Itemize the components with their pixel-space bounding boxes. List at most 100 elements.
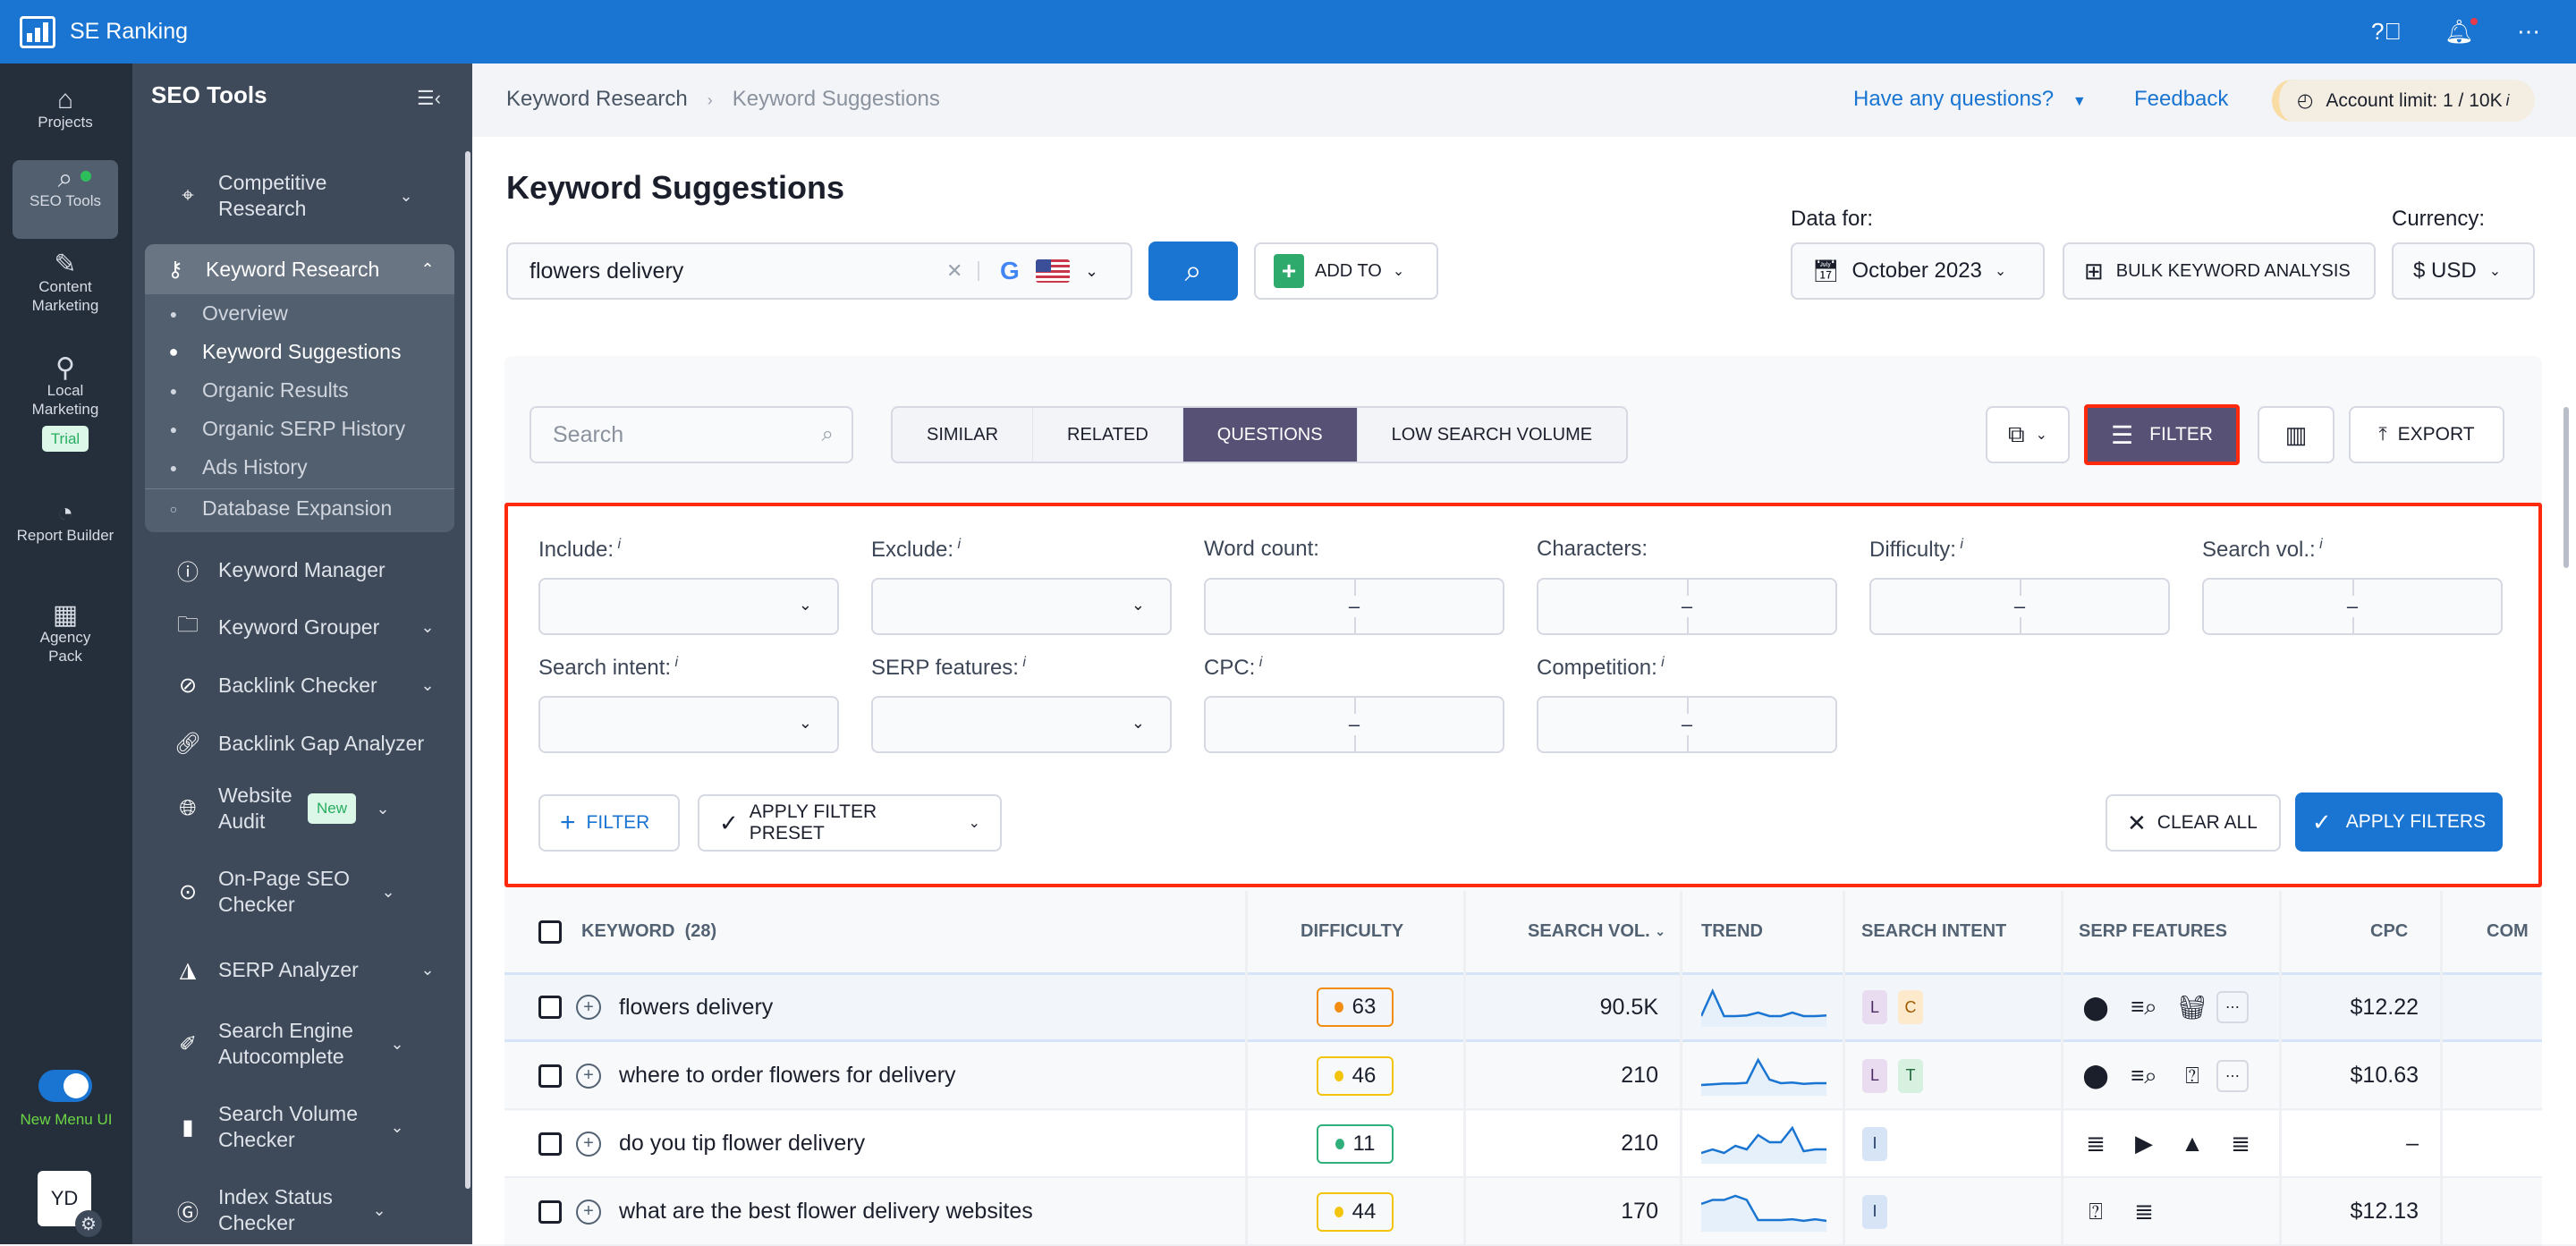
more-serp-features-button[interactable]: ⋯	[2216, 991, 2249, 1023]
column-competition[interactable]: COM	[2487, 891, 2529, 972]
column-trend[interactable]: TREND	[1701, 891, 1763, 972]
sub-item-keyword-suggestions[interactable]: ● Keyword Suggestions	[145, 333, 454, 371]
column-serp-features[interactable]: SERP FEATURES	[2079, 891, 2227, 972]
pin-icon[interactable]: ⬤	[2072, 1062, 2120, 1089]
logo-icon[interactable]	[20, 15, 55, 48]
add-filter-button[interactable]: + FILTER	[538, 794, 680, 852]
table-row[interactable]: + where to order flowers for delivery 46 21…	[504, 1043, 2542, 1110]
column-search-intent[interactable]: SEARCH INTENT	[1861, 891, 2006, 972]
main-scrollbar[interactable]	[2563, 407, 2569, 568]
columns-button[interactable]: ▥	[2258, 406, 2334, 463]
add-keyword-button[interactable]: +	[576, 1111, 601, 1176]
filter-range-input[interactable]: –	[1204, 578, 1504, 635]
keyword-link[interactable]: flowers delivery	[619, 975, 773, 1039]
row-checkbox[interactable]	[538, 1179, 562, 1244]
avatar[interactable]: YD ⚙	[38, 1171, 102, 1237]
rail-item-local-marketing[interactable]: ⚲ Local Marketing Trial	[13, 355, 118, 452]
trend-sparkline[interactable]	[1701, 975, 1826, 1039]
intent-badge[interactable]: L	[1862, 1058, 1887, 1093]
table-row[interactable]: + do you tip flower delivery 11 210 I ≣ ▶ ▲ ≣ –	[504, 1111, 2542, 1178]
apply-filters-button[interactable]: ✓ APPLY FILTERS	[2295, 793, 2503, 852]
clear-all-button[interactable]: ✕ CLEAR ALL	[2106, 794, 2281, 852]
feedback-link[interactable]: Feedback	[2134, 87, 2228, 112]
account-limit[interactable]: ◴ Account limit: 1 / 10K i	[2272, 80, 2535, 122]
sub-item-organic-serp-history[interactable]: ● Organic SERP History	[145, 410, 454, 448]
sidebar-item-keyword-grouper[interactable]: 🗀 Keyword Grouper ⌄	[145, 598, 454, 656]
keyword-link[interactable]: where to order flowers for delivery	[619, 1043, 956, 1108]
chevron-down-icon[interactable]: ⌄	[1085, 262, 1098, 281]
search-button[interactable]: ⌕	[1148, 242, 1238, 301]
trend-sparkline[interactable]	[1701, 1179, 1826, 1244]
select-all-checkbox[interactable]	[538, 891, 562, 972]
tab-similar[interactable]: SIMILAR	[893, 408, 1034, 462]
filter-range-input[interactable]: –	[1537, 696, 1837, 753]
column-cpc[interactable]: CPC	[2370, 891, 2408, 972]
filter-range-input[interactable]: –	[1869, 578, 2170, 635]
info-icon[interactable]: i	[2506, 91, 2510, 110]
filter-dropdown[interactable]: ⌄	[871, 578, 1172, 635]
help-icon[interactable]: ?⃝	[2371, 18, 2402, 46]
column-keyword[interactable]: KEYWORD (28)	[581, 891, 716, 972]
list-icon[interactable]: ≣	[2120, 1198, 2168, 1225]
intent-badge[interactable]: I	[1862, 1126, 1887, 1161]
google-icon[interactable]: G	[1000, 257, 1020, 285]
video-icon[interactable]: ▶	[2120, 1130, 2168, 1157]
sidebar-item-backlink-gap-analyzer[interactable]: 🔗︎ Backlink Gap Analyzer	[145, 715, 454, 772]
add-keyword-button[interactable]: +	[576, 1179, 601, 1244]
add-to-button[interactable]: + ADD TO ⌄	[1254, 242, 1438, 300]
list-icon[interactable]: ≣	[2072, 1130, 2120, 1157]
info-icon[interactable]: i	[2316, 537, 2323, 552]
info-icon[interactable]: i	[614, 537, 622, 552]
tab-low-search-volume[interactable]: LOW SEARCH VOLUME	[1358, 408, 1626, 462]
trend-sparkline[interactable]	[1701, 1043, 1826, 1108]
faq-icon[interactable]: ⍰	[2168, 1062, 2216, 1090]
sidebar-item-competitive-research[interactable]: ⌖ Competitive Research ⌄	[145, 167, 454, 225]
search-list-icon[interactable]: ≡⌕	[2120, 993, 2168, 1021]
sidebar-item-keyword-research[interactable]: ⚷ Keyword Research ⌃	[145, 244, 454, 294]
breadcrumb-link[interactable]: Keyword Research	[506, 87, 688, 111]
info-icon[interactable]: i	[953, 537, 962, 552]
sidebar-item-website-audit[interactable]: 🌐︎ Website Audit New ⌄	[145, 776, 454, 841]
list-icon[interactable]: ≣	[2216, 1130, 2265, 1157]
column-search-volume[interactable]: SEARCH VOL. ⌄	[1528, 891, 1665, 972]
rail-item-agency-pack[interactable]: ▦ Agency Pack	[13, 602, 118, 665]
add-keyword-button[interactable]: +	[576, 975, 601, 1039]
info-icon[interactable]: i	[1255, 655, 1263, 670]
filter-range-input[interactable]: –	[1204, 696, 1504, 753]
search-list-icon[interactable]: ≡⌕	[2120, 1062, 2168, 1090]
us-flag-icon[interactable]	[1036, 259, 1070, 283]
help-dropdown[interactable]: Have any questions? ▼	[1853, 87, 2087, 112]
filter-dropdown[interactable]: ⌄	[871, 696, 1172, 753]
sidebar-item-serp-analyzer[interactable]: ◮ SERP Analyzer ⌄	[145, 941, 454, 998]
table-row[interactable]: + flowers delivery 63 90.5K L C ⬤ ≡⌕ 🧺︎ ⋯ $12.22	[504, 975, 2542, 1042]
copy-button[interactable]: ⧉ ⌄	[1986, 406, 2070, 463]
sidebar-item-index-status-checker[interactable]: Ⓖ Index Status Checker ⌄	[145, 1178, 454, 1242]
sub-item-database-expansion[interactable]: ○ Database Expansion	[145, 489, 454, 528]
info-icon[interactable]: i	[1657, 655, 1665, 670]
intent-badge[interactable]: T	[1898, 1058, 1923, 1093]
info-icon[interactable]: i	[671, 655, 679, 670]
sidebar-item-keyword-manager[interactable]: ⓘ Keyword Manager	[145, 541, 454, 598]
bulk-keyword-analysis-button[interactable]: ⊞ BULK KEYWORD ANALYSIS	[2063, 242, 2376, 300]
intent-badge[interactable]: I	[1862, 1194, 1887, 1229]
row-checkbox[interactable]	[538, 975, 562, 1039]
image-icon[interactable]: ▲	[2168, 1130, 2216, 1157]
more-icon[interactable]: ⋯	[2517, 18, 2540, 46]
filter-dropdown[interactable]: ⌄	[538, 578, 839, 635]
faq-icon[interactable]: ⍰	[2072, 1198, 2120, 1226]
row-checkbox[interactable]	[538, 1111, 562, 1176]
bell-icon[interactable]: 🔔︎	[2445, 18, 2478, 46]
keyword-input[interactable]: flowers delivery ✕ G ⌄	[506, 242, 1132, 300]
sidebar-item-search-engine-autocomplete[interactable]: ✐ Search Engine Autocomplete ⌄	[145, 1012, 454, 1076]
column-difficulty[interactable]: DIFFICULTY	[1301, 891, 1403, 972]
keyword-link[interactable]: what are the best flower delivery websit…	[619, 1179, 1033, 1244]
keyword-link[interactable]: do you tip flower delivery	[619, 1111, 865, 1176]
apply-filter-preset-button[interactable]: ✓ APPLY FILTER PRESET ⌄	[698, 794, 1002, 852]
collapse-sidebar-icon[interactable]: ☰‹	[417, 87, 441, 110]
filter-toggle-button[interactable]: ☰ FILTER	[2084, 404, 2240, 465]
table-row[interactable]: + what are the best flower delivery websi…	[504, 1179, 2542, 1246]
pin-icon[interactable]: ⬤	[2072, 994, 2120, 1021]
rail-item-report-builder[interactable]: ◔ Report Builder	[13, 500, 118, 545]
info-icon[interactable]: i	[1956, 537, 1963, 552]
rail-item-content-marketing[interactable]: ✎ Content Marketing	[13, 251, 118, 315]
